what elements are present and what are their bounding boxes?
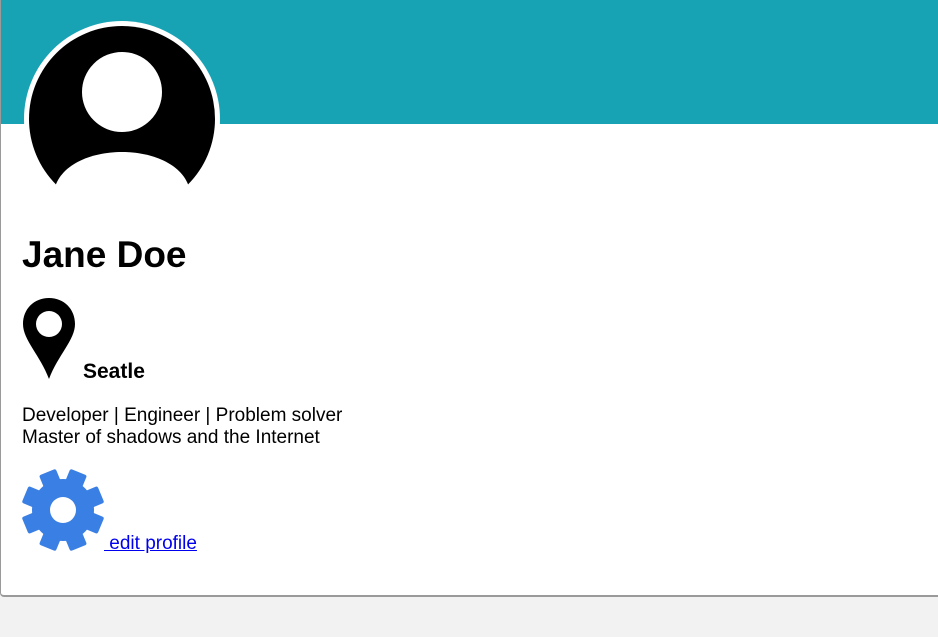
bio-line: Master of shadows and the Internet [22, 427, 320, 448]
profile-bio: Developer | Engineer | Problem solver Ma… [22, 405, 342, 449]
avatar [22, 19, 222, 219]
edit-profile-link[interactable]: edit profile [104, 533, 197, 555]
gear-icon[interactable] [22, 469, 104, 551]
bio-line: Developer | Engineer | Problem solver [22, 405, 343, 426]
user-avatar-icon [24, 21, 220, 217]
profile-name: Jane Doe [22, 234, 187, 275]
map-pin-icon [22, 297, 76, 381]
profile-card: Jane Doe Seatle Developer | Engineer | P… [0, 0, 938, 597]
location-label: Seatle [83, 360, 145, 383]
